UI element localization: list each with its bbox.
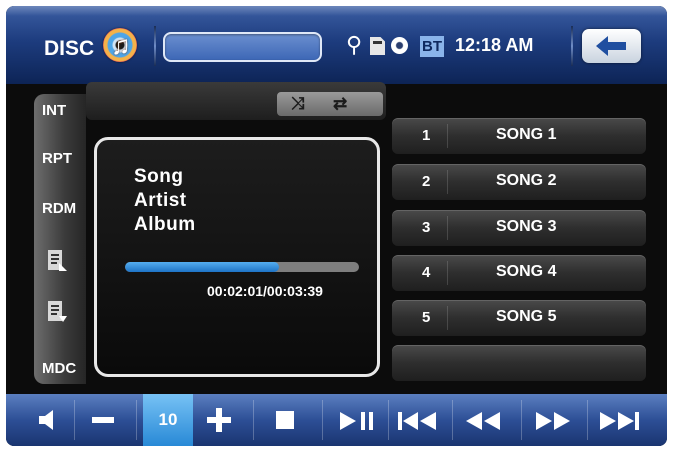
- source-label[interactable]: DISC: [44, 37, 94, 61]
- playlist-item[interactable]: 5 SONG 5: [392, 300, 646, 336]
- volume-down-icon[interactable]: [92, 417, 114, 423]
- playlist-item[interactable]: 2 SONG 2: [392, 164, 646, 200]
- next-track-icon[interactable]: [600, 412, 640, 430]
- divider: [136, 400, 137, 440]
- head-unit-screen: DISC ♫ ⚲ BT 12:18 AM INT RPT RDM MDC ⤨ ⇄…: [6, 6, 667, 446]
- volume-up-icon[interactable]: [207, 408, 231, 432]
- shuffle-icon: ⤨: [291, 94, 305, 113]
- track-number: 1: [422, 127, 431, 144]
- song-title: Song: [134, 166, 184, 187]
- divider: [253, 400, 254, 440]
- repeat-icon: ⇄: [333, 94, 348, 113]
- control-bar: [6, 394, 667, 446]
- divider: [154, 26, 156, 66]
- album-name: Album: [134, 214, 196, 235]
- track-number: 2: [422, 173, 431, 190]
- side-item-rpt[interactable]: RPT: [42, 150, 72, 167]
- back-button[interactable]: [582, 29, 641, 63]
- elapsed-total-time: 00:02:01/00:03:39: [207, 283, 323, 299]
- side-menu: INT RPT RDM MDC: [34, 94, 86, 384]
- progress-bar[interactable]: [125, 262, 359, 272]
- usb-icon: ⚲: [346, 32, 363, 57]
- track-name: SONG 1: [496, 126, 557, 143]
- music-note-icon: ♫: [111, 30, 131, 60]
- title-display-field: [163, 32, 322, 62]
- track-number: 3: [422, 219, 431, 236]
- play-pause-icon[interactable]: [340, 412, 374, 430]
- mute-icon[interactable]: [39, 410, 55, 430]
- side-item-mdc[interactable]: MDC: [42, 360, 76, 377]
- divider: [447, 216, 448, 240]
- side-item-int[interactable]: INT: [42, 102, 66, 119]
- play-mode-indicator[interactable]: ⤨ ⇄: [277, 92, 383, 116]
- dvd-icon: [391, 37, 408, 54]
- list-down-icon[interactable]: [47, 300, 67, 324]
- back-arrow-icon: [596, 36, 626, 56]
- playlist-item[interactable]: 1 SONG 1: [392, 118, 646, 154]
- divider: [447, 306, 448, 330]
- top-bar: DISC ♫ ⚲ BT 12:18 AM: [6, 6, 667, 84]
- artist-name: Artist: [134, 190, 187, 211]
- list-play-icon[interactable]: [47, 249, 67, 273]
- track-name: SONG 5: [496, 308, 557, 325]
- playlist-item[interactable]: 4 SONG 4: [392, 255, 646, 291]
- track-name: SONG 3: [496, 218, 557, 235]
- divider: [322, 400, 323, 440]
- rewind-icon[interactable]: [466, 412, 500, 430]
- clock: 12:18 AM: [455, 35, 534, 55]
- now-playing-card: Song Artist Album 00:02:01/00:03:39: [94, 137, 380, 377]
- divider: [521, 400, 522, 440]
- playlist-item[interactable]: [392, 345, 646, 381]
- track-number: 4: [422, 264, 431, 281]
- top-bar-shine: [6, 6, 667, 16]
- divider: [571, 26, 573, 66]
- divider: [74, 400, 75, 440]
- volume-level: 10: [143, 394, 193, 446]
- progress-fill: [125, 262, 280, 272]
- previous-track-icon[interactable]: [398, 412, 438, 430]
- divider: [452, 400, 453, 440]
- track-name: SONG 2: [496, 172, 557, 189]
- fast-forward-icon[interactable]: [536, 412, 570, 430]
- bluetooth-badge: BT: [420, 36, 444, 57]
- side-item-rdm[interactable]: RDM: [42, 200, 76, 217]
- track-number: 5: [422, 309, 431, 326]
- playlist-item[interactable]: 3 SONG 3: [392, 210, 646, 246]
- track-name: SONG 4: [496, 263, 557, 280]
- divider: [388, 400, 389, 440]
- divider: [447, 170, 448, 194]
- sd-card-icon: [370, 37, 385, 55]
- divider: [587, 400, 588, 440]
- divider: [447, 124, 448, 148]
- music-disc-icon[interactable]: ♫: [103, 28, 137, 62]
- divider: [447, 261, 448, 285]
- stop-icon[interactable]: [276, 411, 294, 429]
